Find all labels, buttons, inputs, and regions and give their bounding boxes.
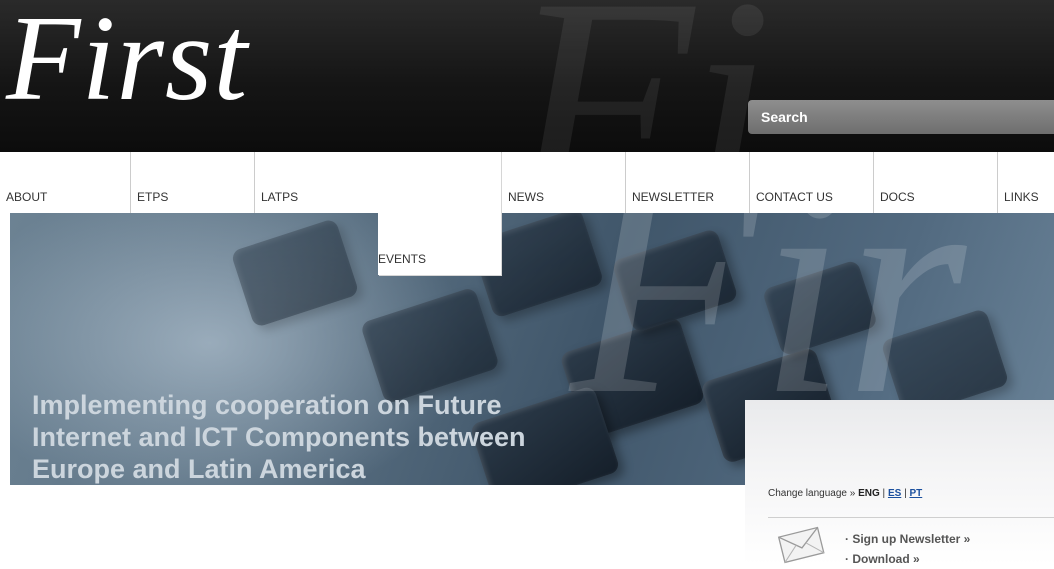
nav-item-label: LATPS <box>261 190 299 204</box>
header-watermark: Fi <box>510 0 773 152</box>
nav-item-latps[interactable]: LATPS <box>254 152 378 213</box>
language-separator: | <box>904 488 907 499</box>
main-nav: ABOUT ETPS LATPS EVENTS NEWS NEWSLETTER … <box>0 152 1054 275</box>
language-switcher: Change language » ENG | ES | PT <box>768 488 922 499</box>
envelope-icon <box>777 526 825 564</box>
nav-item-label: EVENTS <box>378 252 427 266</box>
language-current: ENG <box>858 488 880 499</box>
language-pt-link[interactable]: PT <box>909 488 922 499</box>
site-header: Fi First Search <box>0 0 1054 152</box>
nav-item-news[interactable]: NEWS <box>501 152 625 213</box>
nav-item-label: ABOUT <box>6 190 48 204</box>
nav-item-events[interactable]: EVENTS <box>378 152 501 275</box>
language-label: Change language » <box>768 488 856 499</box>
tagline-line: Internet and ICT Components between <box>32 422 526 452</box>
nav-item-label: ETPS <box>137 190 169 204</box>
panel-divider <box>768 517 1054 518</box>
nav-item-label: NEWS <box>508 190 544 204</box>
nav-item-etps[interactable]: ETPS <box>130 152 254 213</box>
keyboard-key-image <box>230 217 360 329</box>
nav-item-label: CONTACT US <box>756 190 833 204</box>
tagline-line: Implementing cooperation on Future <box>32 390 502 420</box>
keyboard-key-image <box>359 286 501 405</box>
nav-item-docs[interactable]: DOCS <box>873 152 997 213</box>
nav-item-about[interactable]: ABOUT <box>0 152 130 213</box>
nav-item-newsletter[interactable]: NEWSLETTER <box>625 152 749 213</box>
panel-links: · Sign up Newsletter » · Download » <box>845 529 970 569</box>
nav-item-links[interactable]: LINKS <box>997 152 1054 213</box>
site-logo[interactable]: First <box>6 0 248 120</box>
download-link[interactable]: · Download » <box>845 549 970 569</box>
tagline-line: Europe and Latin America <box>32 454 366 484</box>
nav-item-label: NEWSLETTER <box>632 190 715 204</box>
hero-tagline: Implementing cooperation on Future Inter… <box>32 389 592 485</box>
nav-item-label: DOCS <box>880 190 915 204</box>
search-input[interactable]: Search <box>748 100 1054 134</box>
language-es-link[interactable]: ES <box>888 488 901 499</box>
signup-newsletter-link[interactable]: · Sign up Newsletter » <box>845 529 970 549</box>
language-separator: | <box>882 488 886 499</box>
nav-item-label: LINKS <box>1004 190 1039 204</box>
nav-item-contact-us[interactable]: CONTACT US <box>749 152 873 213</box>
info-panel: Change language » ENG | ES | PT · Sign u… <box>745 400 1054 566</box>
